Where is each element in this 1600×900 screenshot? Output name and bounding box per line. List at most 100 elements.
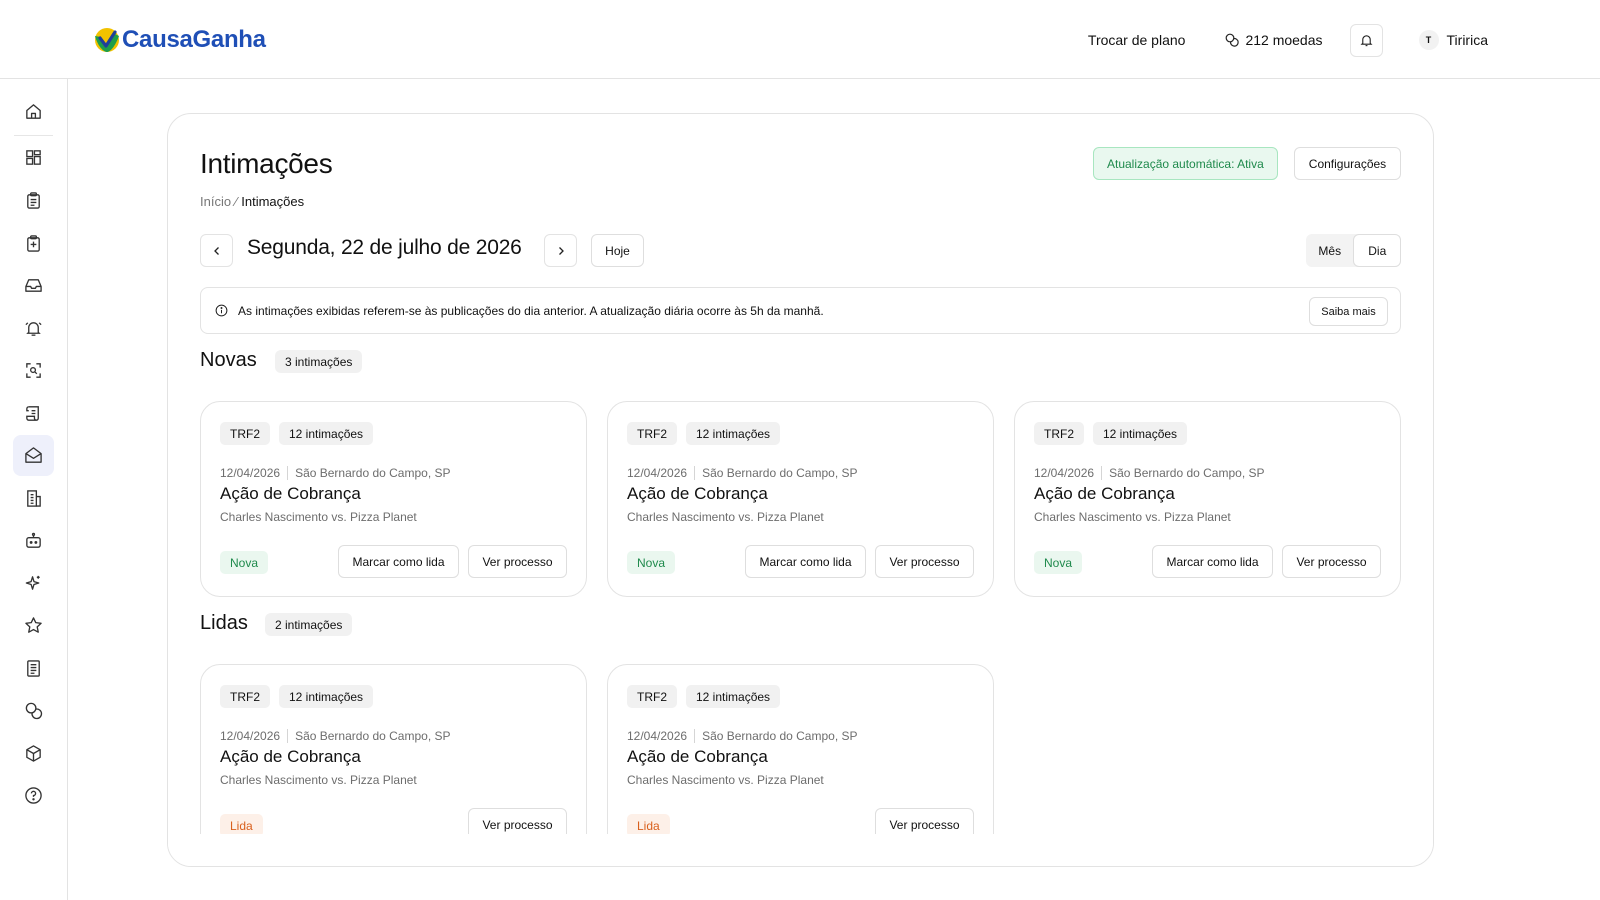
info-text: As intimações exibidas referem-se às pub… (238, 303, 824, 318)
mail-open-icon (25, 447, 42, 463)
status-badge: Nova (1034, 551, 1083, 574)
notifications-button[interactable] (1349, 23, 1383, 57)
coins-label: 212 moedas (1245, 32, 1323, 48)
coins-balance[interactable]: 212 moedas (1225, 32, 1323, 48)
intimacao-card[interactable]: TRF2 12 intimações 12/04/2026 São Bernard… (200, 664, 587, 860)
user-menu[interactable]: T Tiririca (1418, 30, 1488, 50)
chevron-right-icon (558, 246, 564, 255)
mark-read-button[interactable]: Marcar como lida (1152, 545, 1273, 578)
intimacao-card[interactable]: TRF2 12 intimações 12/04/2026 São Bernard… (200, 401, 587, 597)
auto-update-badge[interactable]: Atualização automática: Ativa (1093, 147, 1278, 180)
sidebar-item-search[interactable] (13, 350, 54, 391)
star-icon (25, 617, 42, 633)
intimacoes-count-tag: 12 intimações (686, 422, 781, 445)
breadcrumb: Início ⁄ Intimações (200, 194, 304, 209)
learn-more-button[interactable]: Saiba mais (1309, 297, 1388, 326)
brand-logo[interactable]: CausaGanha (94, 26, 266, 54)
sidebar-item-documents[interactable] (13, 393, 54, 434)
read-count-badge: 2 intimações (265, 613, 353, 636)
scroll-icon (26, 406, 39, 421)
alarm-bell-icon (25, 322, 42, 336)
card-date: 12/04/2026 (1034, 466, 1095, 480)
card-location: São Bernardo do Campo, SP (702, 466, 858, 480)
breadcrumb-home[interactable]: Início (200, 194, 231, 209)
card-location: São Bernardo do Campo, SP (295, 466, 451, 480)
settings-button[interactable]: Configurações (1294, 147, 1401, 180)
chevron-left-icon (213, 246, 219, 255)
card-meta: 12/04/2026 São Bernardo do Campo, SP (1034, 466, 1265, 480)
bell-icon (1360, 34, 1373, 46)
view-process-button[interactable]: Ver processo (468, 545, 567, 578)
sidebar-item-packages[interactable] (13, 733, 54, 774)
view-toggle: Mês Dia (1306, 234, 1401, 267)
bot-icon (26, 532, 41, 548)
avatar: T (1418, 30, 1439, 50)
intimacoes-count-tag: 12 intimações (686, 685, 781, 708)
case-parties: Charles Nascimento vs. Pizza Planet (627, 510, 824, 524)
sidebar-item-assistant[interactable] (13, 520, 54, 561)
prev-day-button[interactable] (200, 234, 233, 267)
court-tag: TRF2 (220, 685, 270, 708)
sparkles-icon (25, 575, 40, 590)
sidebar-item-alerts[interactable] (13, 308, 54, 349)
sidebar-item-intimacoes[interactable] (13, 435, 54, 476)
sidebar (0, 79, 68, 900)
case-title: Ação de Cobrança (1034, 484, 1175, 503)
intimacoes-count-tag: 12 intimações (279, 685, 374, 708)
card-date: 12/04/2026 (220, 466, 281, 480)
card-meta: 12/04/2026 São Bernardo do Campo, SP (627, 466, 858, 480)
view-process-button[interactable]: Ver processo (875, 545, 974, 578)
card-meta: 12/04/2026 São Bernardo do Campo, SP (220, 466, 451, 480)
view-month-option[interactable]: Mês (1306, 234, 1353, 267)
case-parties: Charles Nascimento vs. Pizza Planet (220, 773, 417, 787)
user-name: Tiririca (1446, 32, 1488, 48)
section-read-title: Lidas (200, 612, 248, 634)
view-day-option[interactable]: Dia (1353, 234, 1401, 267)
intimacao-card[interactable]: TRF2 12 intimações 12/04/2026 São Bernard… (607, 401, 994, 597)
sidebar-item-ai[interactable] (13, 563, 54, 604)
view-process-button[interactable]: Ver processo (1282, 545, 1381, 578)
top-bar: CausaGanha Trocar de plano 212 moedas T … (0, 0, 1600, 79)
intimacao-card[interactable]: TRF2 12 intimações 12/04/2026 São Bernard… (1014, 401, 1401, 597)
court-tag: TRF2 (1034, 422, 1084, 445)
card-date: 12/04/2026 (220, 729, 281, 743)
sidebar-item-inbox[interactable] (13, 265, 54, 306)
sidebar-item-help[interactable] (13, 775, 54, 816)
coins-icon (25, 702, 43, 720)
clipboard-icon (27, 192, 40, 209)
logo-check-icon (95, 28, 119, 52)
card-date: 12/04/2026 (627, 729, 688, 743)
court-tag: TRF2 (220, 422, 270, 445)
status-badge: Nova (220, 551, 269, 574)
page-title: Intimações (200, 148, 333, 179)
card-location: São Bernardo do Campo, SP (1109, 466, 1265, 480)
today-button[interactable]: Hoje (591, 234, 644, 267)
intimacoes-count-tag: 12 intimações (279, 422, 374, 445)
mark-read-button[interactable]: Marcar como lida (338, 545, 459, 578)
help-circle-icon (25, 787, 42, 804)
sidebar-item-clipboard[interactable] (13, 180, 54, 221)
case-title: Ação de Cobrança (627, 747, 768, 766)
sidebar-item-coins[interactable] (13, 690, 54, 731)
card-meta: 12/04/2026 São Bernardo do Campo, SP (627, 729, 858, 743)
case-parties: Charles Nascimento vs. Pizza Planet (1034, 510, 1231, 524)
sidebar-item-favorites[interactable] (13, 605, 54, 646)
brand-name: CausaGanha (122, 26, 266, 53)
breadcrumb-current: Intimações (241, 194, 305, 209)
change-plan-link[interactable]: Trocar de plano (1088, 32, 1186, 48)
mark-read-button[interactable]: Marcar como lida (745, 545, 866, 578)
case-parties: Charles Nascimento vs. Pizza Planet (220, 510, 417, 524)
new-count-badge: 3 intimações (275, 350, 363, 373)
sidebar-item-notes[interactable] (13, 648, 54, 689)
sidebar-item-companies[interactable] (13, 478, 54, 519)
package-icon (26, 745, 41, 762)
next-day-button[interactable] (544, 234, 577, 267)
sidebar-item-new-case[interactable] (13, 223, 54, 264)
sidebar-item-dashboard[interactable] (13, 137, 54, 178)
sidebar-item-home[interactable] (13, 91, 54, 132)
intimacao-card[interactable]: TRF2 12 intimações 12/04/2026 São Bernard… (607, 664, 994, 860)
clipboard-plus-icon (27, 235, 40, 252)
court-tag: TRF2 (627, 685, 677, 708)
case-title: Ação de Cobrança (627, 484, 768, 503)
inbox-icon (25, 279, 42, 292)
